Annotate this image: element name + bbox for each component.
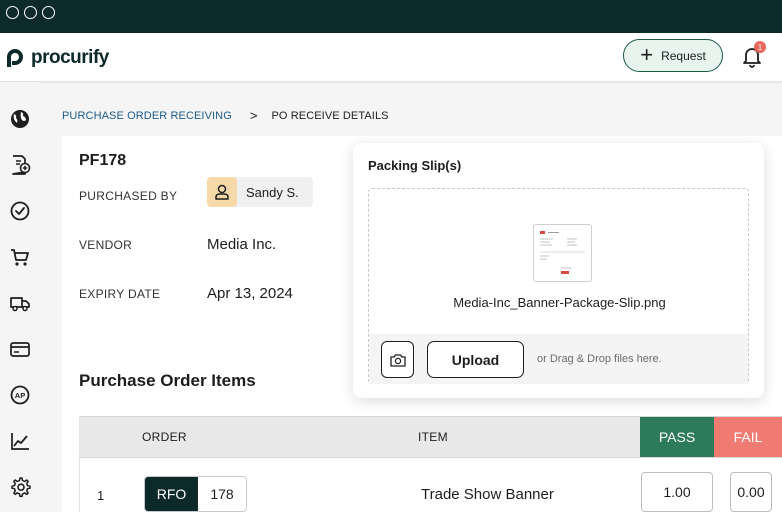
column-header-fail[interactable]: FAIL [714, 417, 782, 457]
window-minimize-button[interactable] [24, 6, 37, 19]
svg-text:AP: AP [15, 391, 25, 400]
window-titlebar [0, 0, 782, 33]
app-header: procurify + Request 1 [0, 33, 782, 82]
row-index: 1 [97, 488, 105, 503]
buyer-name: Sandy S. [246, 184, 299, 200]
packing-slip-title: Packing Slip(s) [368, 158, 462, 173]
vendor-value: Media Inc. [207, 236, 277, 253]
gear-icon[interactable] [9, 476, 31, 498]
expiry-date-value: Apr 13, 2024 [207, 285, 293, 302]
items-table-header: ORDER ITEM PASS FAIL [79, 416, 782, 458]
po-items-title: Purchase Order Items [79, 371, 256, 390]
upload-toolbar: Upload or Drag & Drop files here. [369, 334, 748, 384]
add-document-icon[interactable] [9, 154, 31, 176]
request-button-label: Request [661, 48, 706, 63]
breadcrumb-current: PO RECEIVE DETAILS [271, 109, 389, 122]
user-icon [215, 184, 229, 200]
cart-icon[interactable] [9, 246, 31, 268]
file-name: Media-Inc_Banner-Package-Slip.png [453, 295, 666, 310]
check-circle-icon[interactable] [9, 200, 31, 222]
brand-logo[interactable]: procurify [4, 47, 109, 69]
order-reference[interactable]: RFO 178 [144, 476, 247, 512]
request-button[interactable]: + Request [623, 39, 723, 72]
window-maximize-button[interactable] [42, 6, 55, 19]
ap-icon[interactable]: AP [9, 384, 31, 406]
expiry-date-label: EXPIRY DATE [79, 287, 161, 301]
avatar [207, 177, 237, 207]
order-number: 178 [198, 477, 246, 511]
column-header-order[interactable]: ORDER [142, 430, 187, 444]
breadcrumb-parent-link[interactable]: PURCHASE ORDER RECEIVING [62, 110, 232, 122]
pass-quantity-input[interactable] [641, 472, 713, 512]
breadcrumb-separator: > [249, 108, 258, 123]
packing-slip-panel: Packing Slip(s) Media-Inc_Banner-Package… [353, 143, 764, 398]
notification-badge: 1 [754, 41, 766, 53]
fail-quantity-input[interactable] [730, 472, 772, 512]
chart-icon[interactable] [9, 430, 31, 452]
column-header-item[interactable]: ITEM [418, 430, 448, 444]
globe-icon[interactable] [9, 108, 31, 130]
procurify-logo-icon [7, 49, 23, 67]
breadcrumb: PURCHASE ORDER RECEIVING > PO RECEIVE DE… [62, 108, 389, 123]
camera-icon [389, 353, 406, 367]
camera-button[interactable] [381, 341, 414, 378]
upload-button[interactable]: Upload [427, 341, 524, 378]
file-dropzone[interactable]: Media-Inc_Banner-Package-Slip.png Upload… [368, 188, 749, 384]
file-thumbnail[interactable] [533, 224, 592, 282]
po-number: PF178 [79, 152, 127, 169]
brand-name: procurify [31, 47, 109, 68]
credit-card-icon[interactable] [9, 338, 31, 360]
vendor-label: VENDOR [79, 238, 133, 252]
drag-drop-hint: or Drag & Drop files here. [537, 353, 662, 365]
purchased-by-label: PURCHASED BY [79, 189, 178, 203]
buyer-chip: Sandy S. [207, 177, 313, 207]
sidebar-nav: AP [0, 82, 40, 512]
truck-icon[interactable] [9, 292, 31, 314]
column-header-pass[interactable]: PASS [640, 417, 714, 457]
window-close-button[interactable] [6, 6, 19, 19]
document-preview-icon [540, 231, 585, 274]
plus-icon: + [640, 41, 654, 67]
table-row: 1 RFO 178 Trade Show Banner [79, 458, 782, 512]
item-name: Trade Show Banner [421, 486, 554, 503]
order-type: RFO [145, 477, 198, 511]
